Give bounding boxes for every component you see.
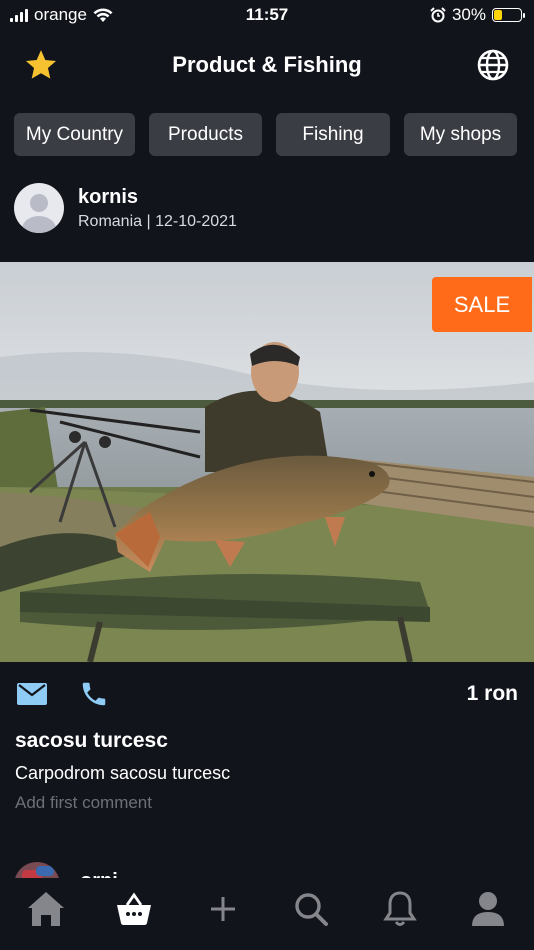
status-right: 30% — [430, 5, 525, 25]
author-name[interactable]: orni — [80, 870, 118, 878]
nav-search[interactable] — [289, 887, 333, 931]
author-name[interactable]: kornis — [78, 186, 237, 209]
sale-badge: SALE — [432, 277, 532, 332]
default-avatar-icon — [22, 194, 56, 233]
avatar[interactable] — [14, 862, 60, 878]
bottom-tab-bar — [0, 878, 534, 950]
nav-notifications[interactable] — [378, 887, 422, 931]
search-icon — [295, 893, 329, 926]
tab-fishing[interactable]: Fishing — [276, 113, 390, 156]
category-tabs: My Country Products Fishing My shops — [14, 113, 517, 156]
alarm-icon — [430, 7, 446, 23]
nav-add[interactable] — [201, 887, 245, 931]
next-post-author[interactable]: orni — [14, 862, 214, 878]
post-author[interactable]: kornis Romania | 12-10-2021 — [14, 183, 237, 233]
post-price: 1 ron — [466, 682, 518, 705]
wifi-icon — [93, 7, 113, 22]
language-button[interactable] — [474, 46, 512, 84]
message-button[interactable] — [16, 678, 48, 710]
home-icon — [28, 892, 64, 926]
add-comment-link[interactable]: Add first comment — [15, 793, 152, 813]
avatar[interactable] — [14, 183, 64, 233]
tab-my-shops[interactable]: My shops — [404, 113, 517, 156]
page-title: Product & Fishing — [172, 52, 362, 77]
call-button[interactable] — [78, 678, 110, 710]
profile-icon — [471, 892, 504, 926]
plus-icon — [210, 897, 235, 921]
favorites-button[interactable] — [22, 46, 60, 84]
tab-products[interactable]: Products — [149, 113, 262, 156]
globe-icon — [477, 49, 509, 81]
status-bar: orange 11:57 30% — [0, 0, 534, 30]
top-header: Product & Fishing — [0, 40, 534, 90]
battery-icon — [492, 8, 525, 22]
carrier-name: orange — [34, 5, 87, 24]
battery-percent: 30% — [451, 5, 486, 24]
basket-icon — [117, 892, 152, 925]
nav-profile[interactable] — [466, 887, 510, 931]
author-location-date: Romania | 12-10-2021 — [78, 212, 237, 230]
post-actions: 1 ron — [16, 676, 518, 712]
status-left: orange — [10, 5, 113, 25]
post-title: sacosu turcesc — [15, 729, 168, 752]
mail-icon — [17, 683, 47, 705]
star-icon — [25, 50, 57, 79]
nav-shop[interactable] — [112, 887, 156, 931]
phone-icon — [82, 682, 106, 706]
post-description: Carpodrom sacosu turcesc — [15, 763, 231, 783]
nav-home[interactable] — [24, 887, 68, 931]
cellular-signal-icon — [10, 8, 28, 22]
tab-my-country[interactable]: My Country — [14, 113, 135, 156]
bell-icon — [382, 891, 417, 926]
